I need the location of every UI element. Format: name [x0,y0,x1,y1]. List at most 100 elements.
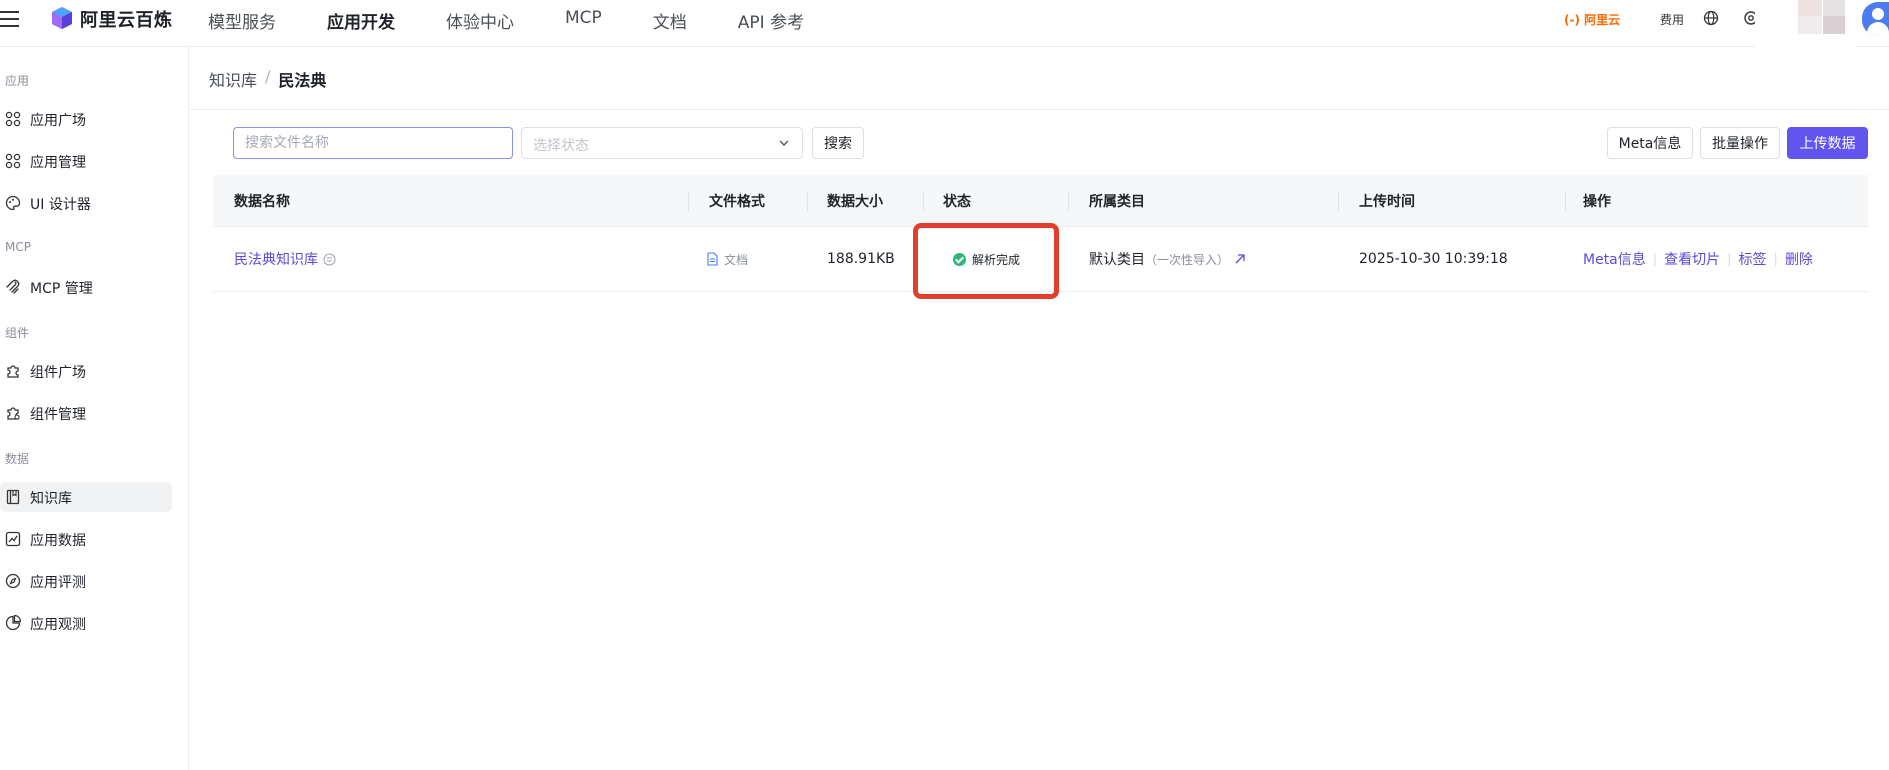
breadcrumb: 知识库 / 民法典 [209,67,326,91]
page-header: 知识库 / 民法典 [190,47,1889,110]
category-note: （一次性导入） [1145,252,1230,267]
status-badge: 解析完成 [972,252,1021,267]
column-header-category: 所属类目 [1089,194,1145,210]
brand-name[interactable]: 阿里云百炼 [80,6,173,32]
nav-docs[interactable]: 文档 [653,8,687,33]
compass-icon [5,573,21,589]
sidebar-item-mcp-manage[interactable]: MCP 管理 [0,272,172,302]
nav-mcp[interactable]: MCP [565,8,602,33]
sidebar-item-label: 知识库 [30,491,72,507]
book-icon [6,489,20,505]
cell-actions: Meta信息 | 查看切片 | 标签 | 删除 [1583,227,1813,291]
nav-api-reference[interactable]: API 参考 [738,8,804,33]
sidebar-item-ui-designer[interactable]: UI 设计器 [0,188,172,218]
redacted-area [1755,0,1855,52]
column-divider [807,191,808,211]
status-select[interactable]: 选择状态 [521,127,803,159]
globe-icon[interactable] [1703,10,1719,26]
search-input[interactable] [233,127,513,159]
action-delete[interactable]: 删除 [1785,249,1813,269]
action-view-chunks[interactable]: 查看切片 [1664,249,1720,269]
sidebar-item-label: 应用广场 [30,113,86,129]
main-nav: 模型服务 应用开发 体验中心 MCP 文档 API 参考 [208,8,855,33]
column-header-status: 状态 [943,194,971,210]
palette-icon [5,195,21,211]
grid-icon [5,111,21,127]
action-separator: | [1773,251,1778,267]
sidebar-group-app: 应用 [5,74,30,88]
mcp-icon [6,279,20,294]
cell-size: 188.91KB [827,251,895,267]
sidebar-item-component-manage[interactable]: 组件管理 [0,398,172,428]
sidebar-item-app-manage[interactable]: 应用管理 [0,146,172,176]
breadcrumb-separator: / [265,67,271,86]
action-separator: | [1652,251,1658,267]
puzzle-icon [7,365,19,378]
main-content: 知识库 / 民法典 选择状态 搜索 Meta信息 批量操作 上传数据 数据名称 … [190,47,1889,770]
cell-upload-time: 2025-10-30 10:39:18 [1359,251,1508,267]
column-header-actions: 操作 [1583,194,1611,210]
category-name: 默认类目 [1089,252,1145,268]
nav-experience-center[interactable]: 体验中心 [446,8,514,33]
column-header-size: 数据大小 [827,194,883,210]
sidebar-group-mcp: MCP [5,240,31,254]
data-table: 数据名称 文件格式 数据大小 状态 所属类目 上传时间 操作 民法典知识库 文档… [213,175,1868,292]
column-divider [923,191,924,211]
upload-data-button[interactable]: 上传数据 [1787,127,1868,159]
info-icon[interactable] [323,253,336,266]
sidebar-item-label: 应用评测 [30,575,86,591]
column-header-upload-time: 上传时间 [1359,194,1415,210]
sidebar-item-component-square[interactable]: 组件广场 [0,356,172,386]
aliyun-logo[interactable]: (-) 阿里云 [1564,11,1620,28]
sidebar-item-knowledge-base[interactable]: 知识库 [0,482,172,512]
top-bar: 阿里云百炼 模型服务 应用开发 体验中心 MCP 文档 API 参考 (-) 阿… [0,0,1889,52]
toolbar: 选择状态 搜索 Meta信息 批量操作 上传数据 [190,127,1889,161]
puzzle-gear-icon [7,407,20,420]
format-label: 文档 [724,252,749,267]
fee-link[interactable]: 费用 [1660,11,1684,28]
external-link-icon[interactable] [1234,253,1246,265]
document-icon [707,252,718,266]
sidebar-item-app-data[interactable]: 应用数据 [0,524,172,554]
column-divider [688,191,689,211]
line-chart-icon [5,531,21,547]
avatar[interactable] [1862,2,1889,36]
cell-name: 民法典知识库 [234,227,336,291]
table-row: 民法典知识库 文档 188.91KB 解析完成 默认类目 （一次性导入） 202… [213,227,1868,292]
sidebar-item-app-eval[interactable]: 应用评测 [0,566,172,596]
column-divider [1338,191,1339,211]
sidebar-group-component: 组件 [5,326,30,340]
sidebar-item-label: MCP 管理 [30,281,93,297]
sidebar-item-app-observe[interactable]: 应用观测 [0,608,172,638]
sidebar-item-app-square[interactable]: 应用广场 [0,104,172,134]
sidebar-item-label: UI 设计器 [30,197,91,213]
sidebar-item-label: 应用数据 [30,533,86,549]
sidebar-group-data: 数据 [5,452,30,466]
bailian-logo-icon[interactable] [50,6,74,30]
nav-model-service[interactable]: 模型服务 [208,8,276,33]
pie-chart-icon [5,615,21,631]
batch-operation-button[interactable]: 批量操作 [1700,127,1780,159]
column-header-format: 文件格式 [709,194,765,210]
chevron-down-icon [779,140,789,146]
data-name-link[interactable]: 民法典知识库 [234,249,318,269]
status-select-placeholder: 选择状态 [533,138,589,154]
column-divider [1565,191,1566,211]
nav-app-dev[interactable]: 应用开发 [327,8,395,33]
menu-icon[interactable] [0,11,20,27]
sidebar: 应用 应用广场 应用管理 UI 设计器 MCP MCP 管理 组件 组件广场 组… [0,47,189,770]
action-meta-info[interactable]: Meta信息 [1583,249,1646,269]
column-header-name: 数据名称 [234,194,290,210]
sidebar-item-label: 应用管理 [30,155,86,171]
table-header: 数据名称 文件格式 数据大小 状态 所属类目 上传时间 操作 [213,175,1868,227]
action-separator: | [1727,251,1732,267]
breadcrumb-knowledge-base[interactable]: 知识库 [209,67,257,91]
sidebar-item-label: 应用观测 [30,617,86,633]
search-button[interactable]: 搜索 [812,127,864,159]
sidebar-item-label: 组件管理 [30,407,86,423]
sidebar-item-label: 组件广场 [30,365,86,381]
column-divider [1068,191,1069,211]
page-title: 民法典 [278,71,327,90]
action-tags[interactable]: 标签 [1739,249,1767,269]
meta-info-button[interactable]: Meta信息 [1607,127,1693,159]
